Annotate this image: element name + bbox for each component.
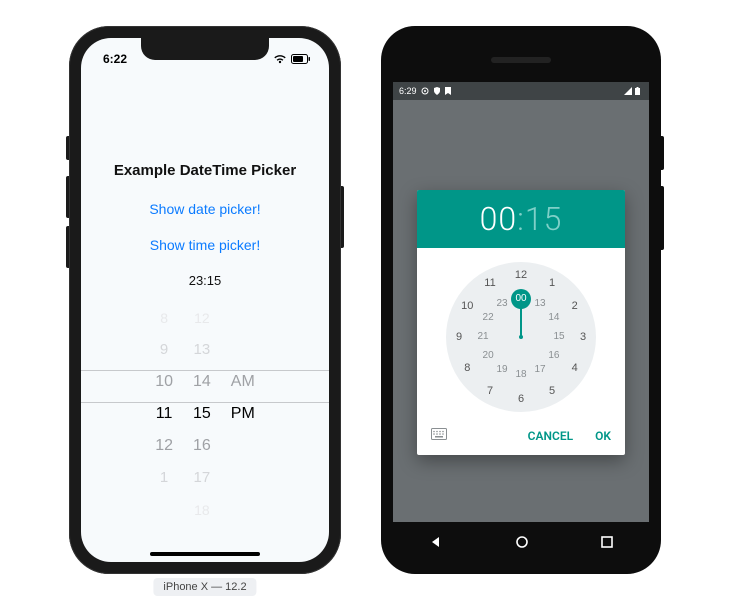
header-hour[interactable]: 00 (480, 200, 518, 238)
picker-hour-selected[interactable]: 11 (156, 398, 173, 430)
ok-button[interactable]: OK (595, 429, 611, 443)
picker-minute-option[interactable]: 14 (193, 366, 211, 398)
header-separator: : (517, 200, 525, 238)
picker-minutes-column[interactable]: 12 13 14 15 16 17 18 (193, 302, 211, 472)
cancel-button[interactable]: CANCEL (528, 429, 573, 443)
clock-hour-outer[interactable]: 4 (565, 358, 585, 378)
recents-icon[interactable] (601, 536, 613, 548)
page-title: Example DateTime Picker (81, 162, 329, 179)
android-speaker (491, 57, 551, 63)
picker-ampm-column[interactable]: AM PM (231, 302, 255, 472)
picker-hour-option[interactable]: 8 (160, 302, 168, 334)
clock-hour-inner[interactable]: 17 (530, 360, 550, 380)
ios-home-indicator[interactable] (150, 552, 260, 556)
picker-hours-column[interactable]: 8 9 10 11 12 1 (155, 302, 173, 472)
ios-time-picker[interactable]: 8 9 10 11 12 1 12 13 14 15 16 17 1 (81, 302, 329, 472)
android-volume-rocker (661, 186, 664, 250)
clock-hour-inner[interactable]: 21 (473, 327, 493, 347)
time-picker-header: 00:15 (417, 190, 625, 248)
battery-icon (291, 54, 311, 64)
clock-hour-outer[interactable]: 3 (573, 327, 593, 347)
picker-minute-option[interactable]: 16 (193, 430, 211, 462)
battery-icon (635, 87, 643, 95)
device-caption: iPhone X — 12.2 (153, 578, 256, 596)
show-date-picker-button[interactable]: Show date picker! (81, 201, 329, 217)
iphone-notch (141, 38, 269, 60)
selected-time-label: 23:15 (81, 273, 329, 288)
clock-hour-outer[interactable]: 11 (480, 273, 500, 293)
picker-minute-option[interactable]: 17 (194, 462, 211, 494)
clock-hour-inner[interactable]: 23 (492, 294, 512, 314)
bookmark-icon (445, 87, 453, 95)
clock-hour-selected[interactable]: 00 (511, 289, 531, 309)
picker-hour-option[interactable]: 12 (155, 430, 173, 462)
clock-face[interactable]: 121234567891011001314151617181920212223 (446, 262, 596, 412)
android-frame: 6:29 00:15 12123456 (381, 26, 661, 574)
clock-hour-outer[interactable]: 2 (565, 296, 585, 316)
android-top-bezel (393, 38, 649, 82)
back-icon[interactable] (429, 535, 443, 549)
clock-hour-outer[interactable]: 9 (449, 327, 469, 347)
picker-minute-selected[interactable]: 15 (193, 398, 211, 430)
home-icon[interactable] (515, 535, 529, 549)
android-status-time: 6:29 (399, 86, 417, 96)
android-time-picker-dialog: 00:15 1212345678910110013141516171819202… (417, 190, 625, 455)
picker-minute-option[interactable]: 18 (194, 494, 210, 526)
picker-hour-option[interactable]: 1 (160, 462, 168, 494)
header-minute[interactable]: 15 (525, 200, 563, 238)
clock-hour-outer[interactable]: 12 (511, 265, 531, 285)
iphone-power-button (341, 186, 344, 248)
picker-ampm-option[interactable]: AM (231, 366, 255, 398)
picker-ampm-selected[interactable]: PM (231, 398, 255, 430)
shield-icon (433, 87, 441, 95)
iphone-volume-up (66, 176, 69, 218)
clock-hour-inner[interactable]: 14 (544, 308, 564, 328)
wifi-icon (273, 54, 287, 64)
ios-status-time: 6:22 (103, 52, 127, 66)
clock-hour-outer[interactable]: 10 (457, 296, 477, 316)
android-nav-bar (393, 522, 649, 562)
picker-minute-option[interactable]: 13 (194, 334, 211, 366)
signal-icon (624, 87, 632, 95)
clock-hour-inner[interactable]: 15 (549, 327, 569, 347)
show-time-picker-button[interactable]: Show time picker! (81, 237, 329, 253)
clock-hour-outer[interactable]: 6 (511, 389, 531, 409)
android-power-button (661, 136, 664, 170)
picker-hour-option[interactable]: 10 (155, 366, 173, 398)
keyboard-icon[interactable] (431, 428, 447, 443)
gear-icon (421, 87, 429, 95)
android-status-bar: 6:29 (393, 82, 649, 100)
clock-hour-inner[interactable]: 18 (511, 365, 531, 385)
clock-hour-outer[interactable]: 1 (542, 273, 562, 293)
picker-hour-option[interactable]: 9 (160, 334, 168, 366)
iphone-mute-switch (66, 136, 69, 160)
clock-hour-outer[interactable]: 7 (480, 381, 500, 401)
android-screen: 6:29 00:15 12123456 (393, 82, 649, 522)
iphone-screen: 6:22 Example DateTime Picker Show date p… (81, 38, 329, 562)
iphone-frame: 6:22 Example DateTime Picker Show date p… (69, 26, 341, 574)
clock-hour-inner[interactable]: 20 (478, 346, 498, 366)
picker-minute-option[interactable]: 12 (194, 302, 210, 334)
clock-hour-outer[interactable]: 5 (542, 381, 562, 401)
iphone-volume-down (66, 226, 69, 268)
clock-hour-outer[interactable]: 8 (457, 358, 477, 378)
